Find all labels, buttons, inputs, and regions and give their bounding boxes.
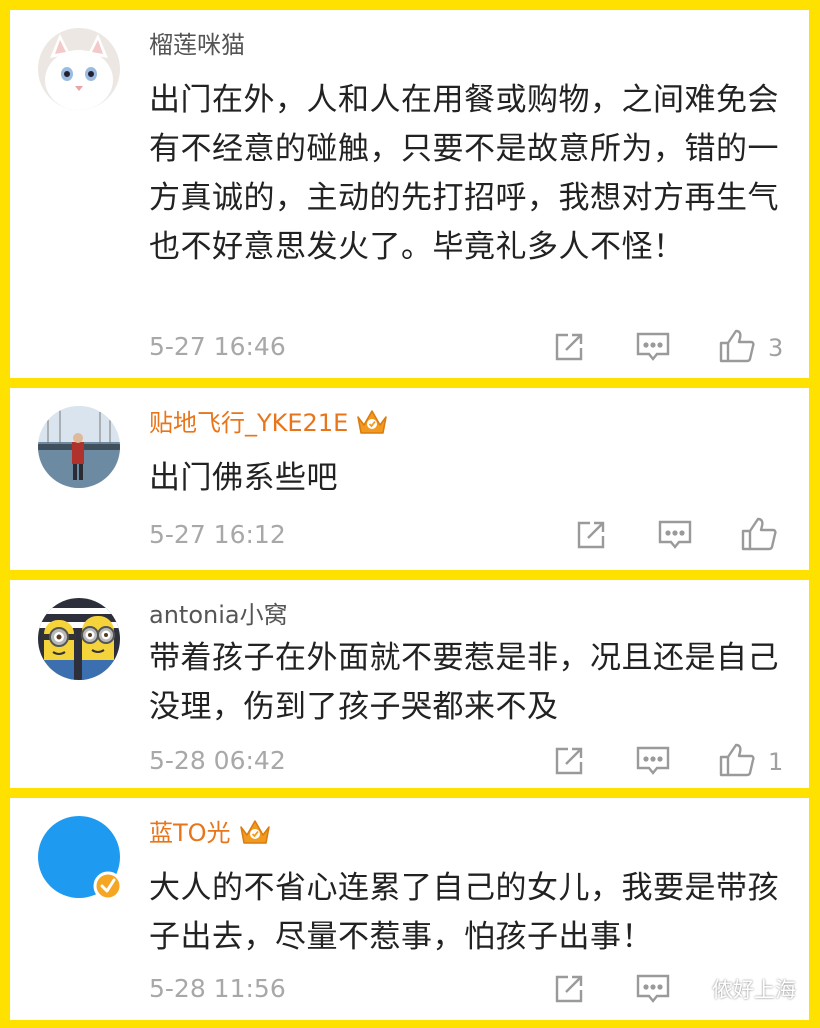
crown-icon	[356, 407, 388, 444]
comment-feed: 榴莲咪猫 出门在外，人和人在用餐或购物，之间难免会有不经意的碰触，只要不是故意所…	[0, 0, 820, 1028]
comment-icon[interactable]	[635, 972, 671, 1010]
comment-text: 大人的不省心连累了自己的女儿，我要是带孩子出去，尽量不惹事，怕孩子出事！	[149, 870, 779, 955]
comment-icon[interactable]	[657, 518, 693, 556]
share-icon[interactable]	[552, 744, 586, 782]
minions-avatar-icon	[38, 598, 120, 680]
wechat-icon	[680, 978, 706, 1005]
like-icon[interactable]	[718, 328, 756, 368]
timestamp: 5-27 16:46	[149, 332, 286, 361]
username[interactable]: 蓝TO光	[149, 816, 271, 854]
like-icon[interactable]	[718, 742, 756, 782]
comment-text: 出门佛系些吧	[149, 460, 338, 496]
like-count: 1	[768, 748, 784, 776]
username[interactable]: 贴地飞行_YKE21E	[149, 406, 388, 444]
avatar[interactable]	[38, 598, 120, 680]
comment-text: 出门在外，人和人在用餐或购物，之间难免会有不经意的碰触，只要不是故意所为，错的一…	[149, 82, 779, 265]
avatar[interactable]	[38, 816, 123, 901]
harbor-photo-avatar-icon	[38, 406, 120, 488]
timestamp: 5-28 11:56	[149, 974, 286, 1003]
comment-card: 贴地飞行_YKE21E 出门佛系些吧 5-27 16:12	[10, 388, 809, 570]
avatar[interactable]	[38, 28, 120, 110]
comment-icon[interactable]	[635, 330, 671, 368]
watermark-text: 侬好上海	[712, 978, 796, 1002]
avatar[interactable]	[38, 406, 120, 488]
username-text: 贴地飞行_YKE21E	[149, 409, 349, 437]
comment-text: 带着孩子在外面就不要惹是非，况且还是自己没理，伤到了孩子哭都来不及	[149, 640, 779, 725]
comment-card: antonia小窝 带着孩子在外面就不要惹是非，况且还是自己没理，伤到了孩子哭都…	[10, 580, 809, 788]
like-icon[interactable]	[740, 516, 778, 556]
blue-circle-avatar-icon	[38, 816, 123, 901]
share-icon[interactable]	[552, 972, 586, 1010]
comment-card: 榴莲咪猫 出门在外，人和人在用餐或购物，之间难免会有不经意的碰触，只要不是故意所…	[10, 10, 809, 378]
white-cat-avatar-icon	[38, 28, 120, 110]
share-icon[interactable]	[552, 330, 586, 368]
like-count: 3	[768, 334, 784, 362]
watermark: 侬好上海	[680, 974, 796, 1005]
username[interactable]: antonia小窝	[149, 598, 288, 632]
share-icon[interactable]	[574, 518, 608, 556]
crown-icon	[239, 817, 271, 854]
timestamp: 5-28 06:42	[149, 746, 286, 775]
timestamp: 5-27 16:12	[149, 520, 286, 549]
username-text: 蓝TO光	[149, 819, 231, 847]
username[interactable]: 榴莲咪猫	[149, 28, 245, 62]
comment-icon[interactable]	[635, 744, 671, 782]
